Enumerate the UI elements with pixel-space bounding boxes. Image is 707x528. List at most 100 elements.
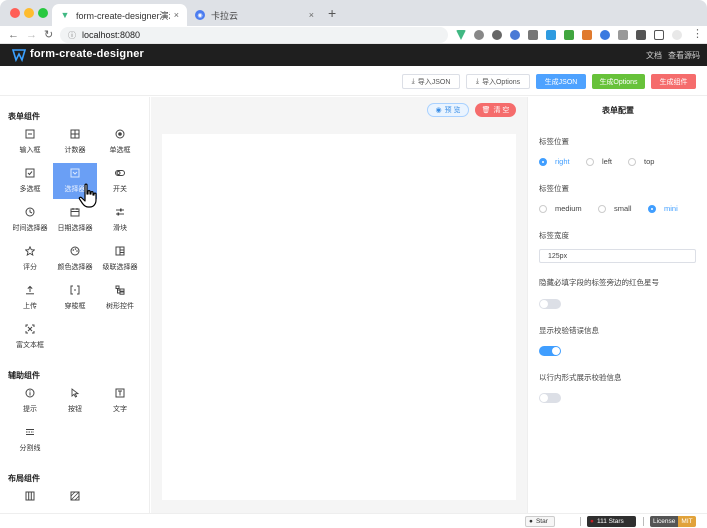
zoom-window-button[interactable] <box>38 8 48 18</box>
generate-json-button[interactable]: 生成JSON <box>536 74 586 89</box>
cascader-icon <box>115 246 125 256</box>
license-value: MIT <box>678 516 696 527</box>
component-number[interactable]: 计数器 <box>53 124 97 160</box>
radio-mini[interactable]: mini <box>648 204 678 213</box>
inline-message-switch[interactable] <box>539 393 561 403</box>
import-options-button[interactable]: ⤓ 导入Options <box>466 74 530 89</box>
radio-dot <box>586 157 594 166</box>
download-icon: ⤓ <box>411 77 415 85</box>
extension-icon[interactable] <box>600 30 610 40</box>
component-label: 分割线 <box>19 445 41 452</box>
component-colorpicker[interactable]: 颜色选择器 <box>53 241 97 277</box>
browser-window: ▼ form-create-designer演示 × ◉ 卡拉云 × + ← →… <box>0 0 707 528</box>
extension-icon[interactable] <box>510 30 520 40</box>
import-json-button[interactable]: ⤓ 导入JSON <box>402 74 460 89</box>
component-divider[interactable]: 分割线 <box>8 422 52 458</box>
component-upload[interactable]: 上传 <box>8 280 52 316</box>
radio-label: medium <box>555 204 582 213</box>
preview-button[interactable]: ◉ 预 览 <box>427 103 469 117</box>
stars-count-label: 111 Stars <box>596 518 624 525</box>
minimize-window-button[interactable] <box>24 8 34 18</box>
docs-link[interactable]: 文档 <box>646 50 662 61</box>
clear-button[interactable]: 🗑 清 空 <box>475 103 516 117</box>
transfer-icon <box>70 285 80 295</box>
show-message-label: 显示校验错误信息 <box>539 326 599 335</box>
size-label: 标签位置 <box>539 184 569 193</box>
radio-right[interactable]: right <box>539 157 570 166</box>
component-cascader[interactable]: 级联选择器 <box>98 241 142 277</box>
browser-toolbar: ← → ↻ ⓘ localhost:8080 ⋮ <box>0 26 707 44</box>
app-header: form-create-designer 文档 查看源码 <box>0 44 707 66</box>
radio-left[interactable]: left <box>586 157 612 166</box>
extension-icon[interactable] <box>582 30 592 40</box>
github-star-badge[interactable]: ● Star <box>525 516 555 527</box>
hide-required-switch[interactable] <box>539 299 561 309</box>
extension-icon[interactable] <box>564 30 574 40</box>
close-tab-icon[interactable]: × <box>309 10 314 20</box>
component-alert[interactable]: 提示 <box>8 383 52 419</box>
component-text[interactable]: 文字 <box>98 383 142 419</box>
checkbox-icon <box>25 168 35 178</box>
new-tab-button[interactable]: + <box>328 6 336 20</box>
component-tree[interactable]: 树形控件 <box>98 280 142 316</box>
hide-required-label: 隐藏必填字段的标签旁边的红色星号 <box>539 278 659 287</box>
component-radio[interactable]: 单选框 <box>98 124 142 160</box>
label-width-input[interactable]: 125px <box>539 249 696 263</box>
component-checkbox[interactable]: 多选框 <box>8 163 52 199</box>
hatch-icon <box>70 491 80 501</box>
radio-dot <box>539 157 547 166</box>
component-timepicker[interactable]: 时间选择器 <box>8 202 52 238</box>
radio-medium[interactable]: medium <box>539 204 582 213</box>
tab-title: 卡拉云 <box>211 10 239 21</box>
puzzle-icon[interactable] <box>636 30 646 40</box>
panel-title: 表单配置 <box>602 106 634 115</box>
component-panel: 表单组件 输入框 计数器 单选框 多选框 选择器 开关 时间选择器 日期选择器 … <box>0 97 150 513</box>
component-input[interactable]: 输入框 <box>8 124 52 160</box>
group-title-aux: 辅助组件 <box>8 371 40 380</box>
stars-count-badge[interactable]: ● 111 Stars <box>587 516 636 527</box>
url-text: localhost:8080 <box>82 30 141 40</box>
profile-avatar[interactable] <box>672 30 682 40</box>
action-bar: ⤓ 导入JSON ⤓ 导入Options 生成JSON 生成Options 生成… <box>0 66 707 96</box>
source-link[interactable]: 查看源码 <box>668 50 700 61</box>
radio-icon <box>115 129 125 139</box>
radio-top[interactable]: top <box>628 157 654 166</box>
sidebar-icon[interactable] <box>654 30 664 40</box>
extension-icon[interactable] <box>492 30 502 40</box>
extension-icon[interactable] <box>474 30 484 40</box>
gitee-icon: ● <box>590 518 594 525</box>
mail-icon[interactable] <box>528 30 538 40</box>
component-slider[interactable]: 滑块 <box>98 202 142 238</box>
extension-icon[interactable] <box>618 30 628 40</box>
more-menu-icon[interactable]: ⋮ <box>692 27 703 41</box>
back-icon[interactable]: ← <box>8 28 19 42</box>
vue-devtools-icon[interactable] <box>456 30 466 40</box>
form-canvas[interactable] <box>162 134 516 500</box>
browser-tab-inactive[interactable]: ◉ 卡拉云 × <box>187 4 322 26</box>
radio-small[interactable]: small <box>598 204 632 213</box>
show-message-switch[interactable] <box>539 346 561 356</box>
divider <box>580 517 581 526</box>
clock-icon <box>25 207 35 217</box>
component-editor[interactable]: 富文本框 <box>8 319 52 355</box>
component-switch[interactable]: 开关 <box>98 163 142 199</box>
component-tabs[interactable] <box>53 486 97 513</box>
radio-dot <box>628 157 636 166</box>
extension-icon[interactable] <box>546 30 556 40</box>
close-tab-icon[interactable]: × <box>174 10 179 20</box>
forward-icon[interactable]: → <box>26 28 37 42</box>
component-rate[interactable]: 评分 <box>8 241 52 277</box>
switch-knob <box>540 300 548 308</box>
component-button[interactable]: 按钮 <box>53 383 97 419</box>
browser-tab-active[interactable]: ▼ form-create-designer演示 × <box>52 4 187 26</box>
label-width-label: 标签宽度 <box>539 231 569 240</box>
component-row[interactable] <box>8 486 52 513</box>
generate-component-button[interactable]: 生成组件 <box>651 74 696 89</box>
license-badge[interactable]: License MIT <box>650 516 696 527</box>
address-bar[interactable]: ⓘ localhost:8080 <box>60 27 448 43</box>
component-transfer[interactable]: 穿梭框 <box>53 280 97 316</box>
reload-icon[interactable]: ↻ <box>44 28 53 42</box>
license-label: License <box>650 516 679 527</box>
close-window-button[interactable] <box>10 8 20 18</box>
generate-options-button[interactable]: 生成Options <box>592 74 645 89</box>
